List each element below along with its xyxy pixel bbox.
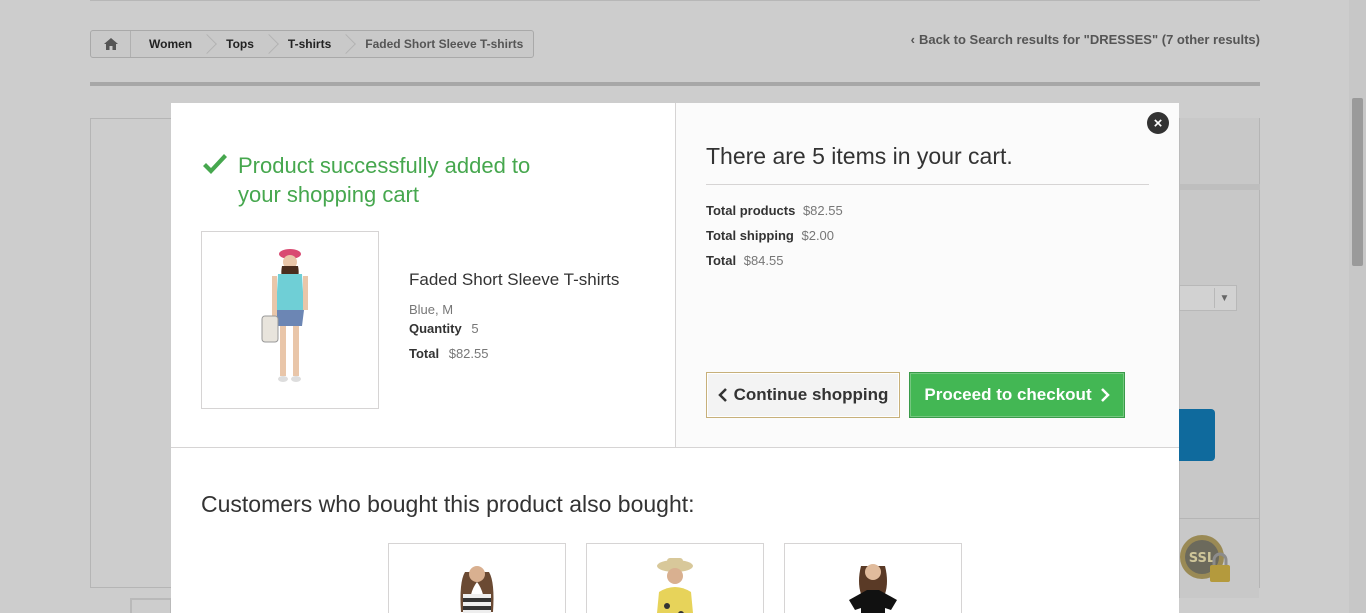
product-total-line: Total $82.55 [409, 346, 619, 361]
quantity-label: Quantity [409, 321, 462, 336]
breadcrumb-current: Faded Short Sleeve T-shirts [365, 37, 524, 51]
also-bought-image-1 [460, 566, 494, 613]
breadcrumb-home[interactable] [91, 31, 131, 57]
footer-box [130, 598, 172, 613]
checkmark-icon [203, 154, 227, 174]
success-message: Product successfully added to your shopp… [238, 153, 531, 207]
breadcrumb: Women Tops T-shirts Faded Short Sleeve T… [90, 30, 535, 58]
back-to-search-link[interactable]: ‹ Back to Search results for "DRESSES" (… [911, 32, 1260, 47]
total-shipping-label: Total shipping [706, 228, 794, 243]
product-quantity-line: Quantity 5 [409, 321, 619, 336]
also-bought-product-2[interactable] [586, 543, 764, 613]
product-total-value: $82.55 [448, 346, 489, 361]
ssl-badge-icon: SSL [1180, 535, 1230, 582]
size-select[interactable]: ▼ [1179, 285, 1237, 311]
total-products-value: $82.55 [802, 203, 843, 218]
also-bought-image-3 [849, 564, 897, 613]
chevron-left-icon: ‹ [910, 32, 915, 47]
breadcrumb-item-women[interactable]: Women [131, 31, 208, 57]
breadcrumb-item-tops[interactable]: Tops [208, 31, 270, 57]
success-heading: Product successfully added to your shopp… [201, 151, 568, 209]
close-icon: × [1153, 114, 1163, 132]
svg-text:SSL: SSL [1189, 551, 1215, 566]
also-bought-product-3[interactable] [784, 543, 962, 613]
breadcrumb-item-tshirts[interactable]: T-shirts [270, 31, 347, 57]
total-products-label: Total products [706, 203, 796, 218]
checkout-label: Proceed to checkout [924, 385, 1092, 404]
total-products-row: Total products $82.55 [706, 203, 843, 218]
chevron-down-icon: ▼ [1214, 288, 1234, 308]
add-to-cart-modal: Product successfully added to your shopp… [171, 103, 1179, 613]
product-total-label: Total [409, 346, 440, 361]
cart-total-row: Total $84.55 [706, 253, 843, 268]
panel-divider [1179, 518, 1259, 519]
cart-summary: Total products $82.55 Total shipping $2.… [706, 203, 843, 278]
top-divider [90, 0, 1260, 1]
product-info: Faded Short Sleeve T-shirts Blue, M Quan… [409, 270, 619, 371]
cart-total-label: Total [706, 253, 737, 268]
home-icon [103, 38, 118, 50]
continue-shopping-button[interactable]: Continue shopping [706, 372, 900, 418]
total-shipping-row: Total shipping $2.00 [706, 228, 843, 243]
total-shipping-value: $2.00 [801, 228, 835, 243]
close-modal-button[interactable]: × [1147, 112, 1169, 134]
proceed-to-checkout-button[interactable]: Proceed to checkout [909, 372, 1125, 418]
product-image [201, 231, 379, 409]
quantity-value: 5 [471, 321, 479, 336]
back-link-label: Back to Search results for "DRESSES" (7 … [918, 32, 1260, 47]
product-attributes: Blue, M [409, 302, 454, 317]
page-scrollbar[interactable] [1349, 0, 1366, 613]
modal-cart-section: × There are 5 items in your cart. Total … [676, 103, 1179, 448]
also-bought-product-1[interactable] [388, 543, 566, 613]
product-name: Faded Short Sleeve T-shirts [409, 270, 620, 289]
scrollbar-thumb[interactable] [1352, 98, 1363, 266]
section-divider [90, 82, 1260, 86]
also-bought-title: Customers who bought this product also b… [201, 491, 695, 517]
cart-divider [706, 184, 1149, 185]
continue-shopping-label: Continue shopping [733, 385, 889, 404]
add-to-cart-button-bg [1179, 409, 1215, 461]
cart-total-value: $84.55 [743, 253, 784, 268]
chevron-right-icon [1100, 388, 1110, 402]
modal-product-section: Product successfully added to your shopp… [171, 103, 676, 448]
also-bought-image-2 [657, 558, 693, 613]
product-photo [202, 232, 378, 408]
buy-panel [1179, 118, 1260, 598]
cart-title: There are 5 items in your cart. [706, 143, 1013, 169]
chevron-left-icon [717, 388, 727, 402]
